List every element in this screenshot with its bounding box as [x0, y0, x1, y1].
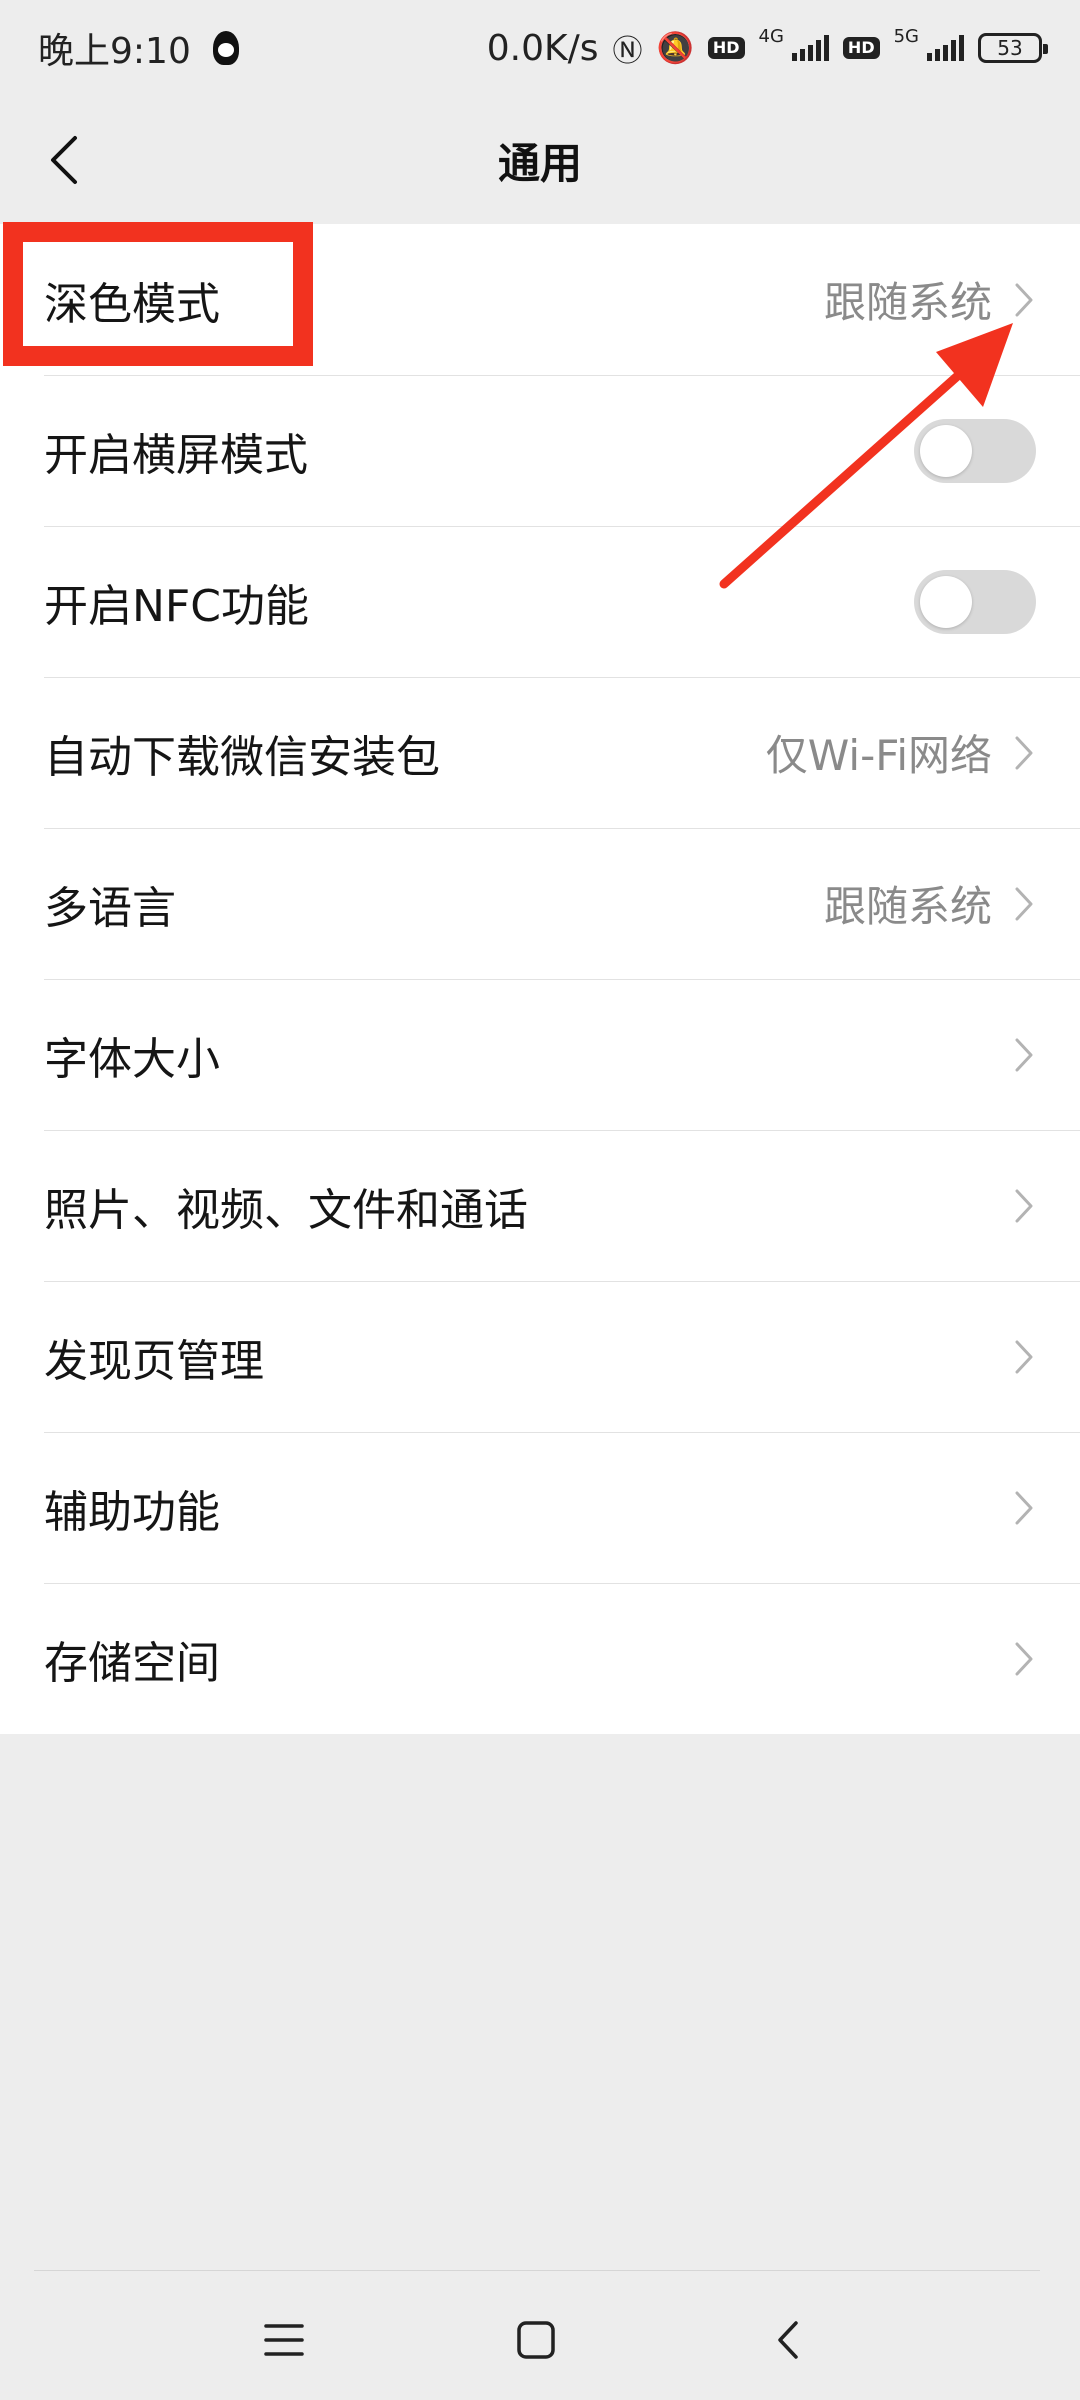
chevron-right-icon: [1012, 1639, 1036, 1679]
setting-storage[interactable]: 存储空间: [0, 1583, 1080, 1734]
setting-label: 自动下载微信安装包: [44, 731, 440, 783]
toggle-knob: [920, 575, 972, 628]
home-icon: [517, 2321, 555, 2359]
nav-divider: [34, 2270, 1040, 2271]
chevron-right-icon: [1012, 884, 1036, 924]
sim2-network: 5G: [893, 25, 919, 47]
chevron-right-icon: [1012, 1035, 1036, 1075]
nav-back-button[interactable]: [758, 2310, 818, 2370]
setting-label: 发现页管理: [44, 1335, 264, 1387]
page-title: 通用: [497, 138, 582, 188]
setting-landscape: 开启横屏模式: [0, 375, 1080, 526]
setting-value: 仅Wi-Fi网络: [765, 731, 992, 780]
battery-icon: 53: [978, 33, 1048, 63]
setting-label: 多语言: [44, 882, 176, 934]
net-speed: 0.0K/s: [486, 27, 599, 69]
signal-icon: [791, 35, 829, 61]
setting-value: 跟随系统: [823, 278, 992, 327]
hd-icon: HD: [707, 37, 745, 59]
chevron-right-icon: [1012, 1186, 1036, 1226]
chevron-right-icon: [1012, 1337, 1036, 1377]
signal-icon-2: [927, 35, 964, 61]
status-right: 0.0K/s Ⓝ 🔕 HD 4G HD 5G 53: [486, 25, 1048, 70]
setting-label: 开启横屏模式: [44, 429, 308, 481]
chevron-right-icon: [1012, 733, 1036, 773]
nav-bar: [0, 2290, 1080, 2382]
setting-media[interactable]: 照片、视频、文件和通话: [0, 1130, 1080, 1281]
chevron-left-icon: [51, 136, 77, 184]
highlight-box: [3, 222, 313, 366]
setting-auto-download[interactable]: 自动下载微信安装包 仅Wi-Fi网络: [0, 677, 1080, 828]
setting-label: 照片、视频、文件和通话: [44, 1184, 528, 1236]
menu-icon: [264, 2324, 304, 2356]
header: 通用: [0, 96, 1080, 224]
landscape-toggle[interactable]: [914, 418, 1036, 483]
qq-icon: [212, 31, 239, 65]
setting-font-size[interactable]: 字体大小: [0, 979, 1080, 1130]
sim1-network: 4G: [758, 25, 784, 47]
mute-icon: 🔕: [656, 30, 694, 66]
chevron-right-icon: [1012, 280, 1036, 320]
setting-discover[interactable]: 发现页管理: [0, 1281, 1080, 1432]
back-icon: [778, 2321, 798, 2359]
menu-button[interactable]: [254, 2310, 314, 2370]
setting-label: 开启NFC功能: [44, 580, 309, 632]
nfc-icon: Ⓝ: [612, 34, 643, 69]
toggle-knob: [920, 424, 972, 477]
home-button[interactable]: [506, 2310, 566, 2370]
setting-label: 字体大小: [44, 1033, 220, 1085]
setting-value: 跟随系统: [823, 882, 992, 931]
setting-label: 存储空间: [44, 1637, 220, 1689]
settings-list: 深色模式 跟随系统 开启横屏模式 开启NFC功能 自动下载微信安装包 仅Wi-F…: [0, 224, 1080, 1734]
status-bar: 晚上9:10 0.0K/s Ⓝ 🔕 HD 4G HD 5G 53: [0, 0, 1080, 96]
setting-nfc: 开启NFC功能: [0, 526, 1080, 677]
battery-level: 53: [997, 36, 1023, 60]
status-time: 晚上9:10: [38, 31, 191, 72]
nfc-toggle[interactable]: [914, 569, 1036, 634]
setting-label: 辅助功能: [44, 1486, 220, 1538]
setting-language[interactable]: 多语言 跟随系统: [0, 828, 1080, 979]
hd-icon-2: HD: [842, 37, 880, 59]
chevron-right-icon: [1012, 1488, 1036, 1528]
back-button[interactable]: [34, 128, 94, 192]
status-left: 晚上9:10: [38, 22, 239, 74]
setting-accessibility[interactable]: 辅助功能: [0, 1432, 1080, 1583]
